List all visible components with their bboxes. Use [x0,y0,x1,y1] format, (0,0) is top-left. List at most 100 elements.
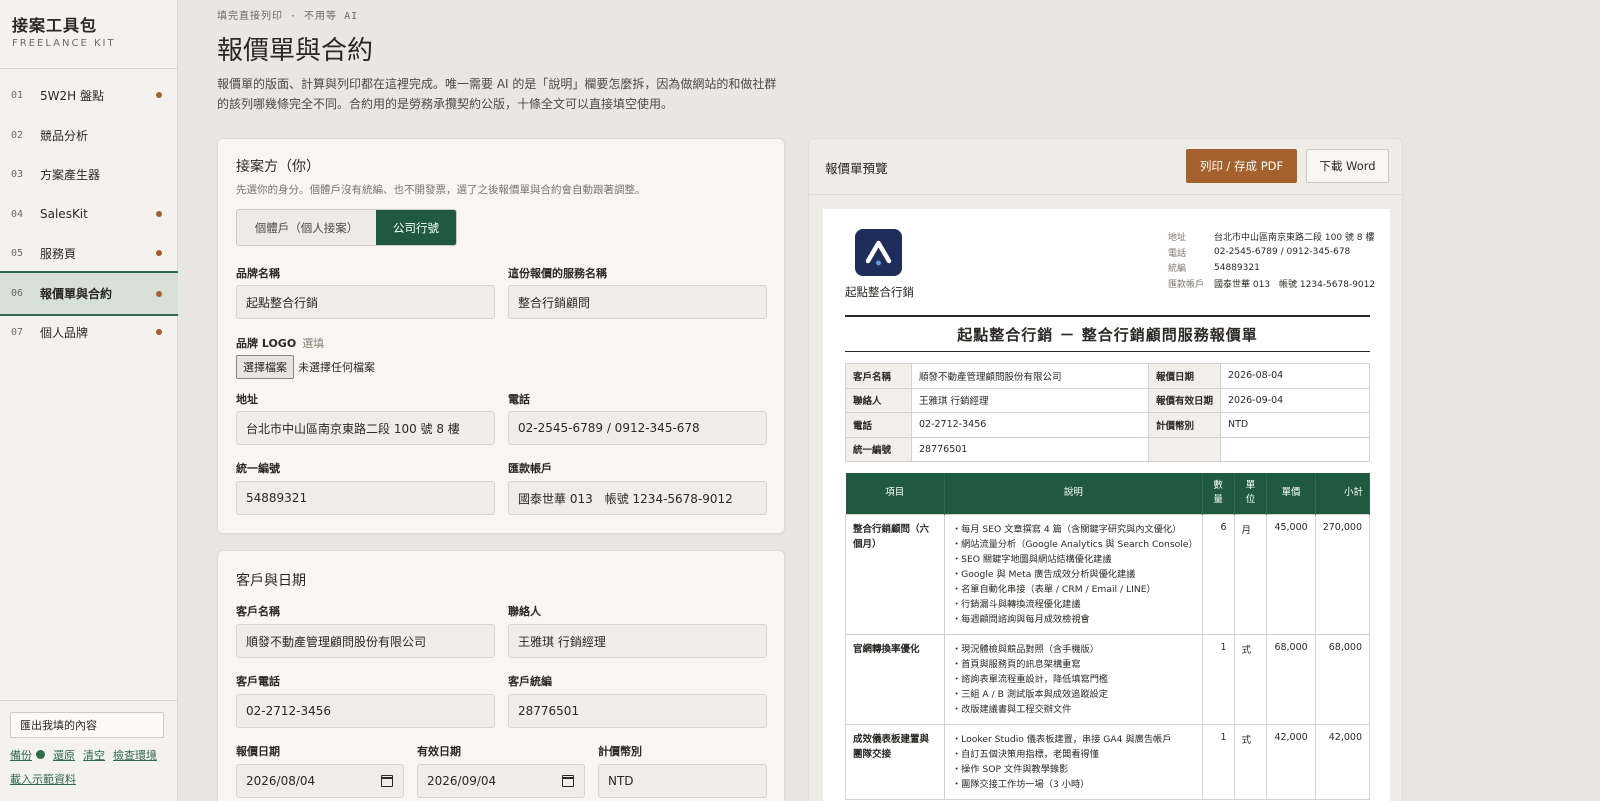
column-header: 項目 [845,473,945,514]
quote-date-input[interactable]: 2026/08/04 [236,764,404,798]
clear-link[interactable]: 清空 [83,747,105,763]
info-value: 國泰世華 013 帳號 1234-5678-9012 [1214,279,1376,290]
info-key: 地址 [1168,233,1187,244]
meta-key-empty [1148,436,1221,462]
address-input[interactable]: 台北市中山區南京東路二段 100 號 8 樓 [236,411,495,445]
export-button[interactable]: 匯出我填的內容 [10,712,164,738]
info-value: 54889321 [1214,262,1260,273]
info-row: 匯款帳戶 國泰世華 013 帳號 1234-5678-9012 [1168,276,1375,292]
sidebar-item-label: 個人品牌 [40,325,89,340]
field-label: 統一編號 [236,462,280,475]
brand-name-input[interactable]: 起點整合行銷 [236,285,495,319]
service-name-input[interactable]: 整合行銷顧問 [508,285,767,319]
item-description: ・Looker Studio 儀表板建置，串接 GA4 與廣告帳戶 ・自訂五個決… [943,723,1203,800]
date-value: 2026/09/04 [427,774,497,788]
page-description: 報價單的版面、計算與列印都在這裡完成。唯一需要 AI 的是「說明」欄要怎麼拆，因… [217,77,777,111]
meta-value: NTD [1220,412,1370,438]
date-value: 2026/08/04 [246,774,316,788]
info-key: 統編 [1168,264,1187,275]
seg-company-button[interactable]: 公司行號 [376,210,456,245]
desc-line: ・三組 A / B 測試版本與成效追蹤設定 [951,688,1108,700]
meta-key: 報價日期 [1148,363,1221,389]
desc-line: ・每週顧問諮詢與每月成效檢視會 [951,613,1090,625]
phone-input[interactable]: 02-2545-6789 / 0912-345-678 [508,411,767,445]
column-header-label: 單位 [1245,480,1256,506]
field-label: 客戶電話 [236,675,280,688]
seg-individual-button[interactable]: 個體戶（個人接案） [237,210,376,245]
meta-key: 統一編號 [845,436,912,462]
backup-link[interactable]: 備份 [10,747,45,763]
desc-line: ・諮詢表單流程重設計，降低填寫門檻 [951,673,1109,685]
sidebar-item-saleskit[interactable]: 04 SalesKit [0,194,178,234]
sidebar-item-personal-brand[interactable]: 07 個人品牌 [0,312,178,352]
sidebar: 接案工具包 FREELANCE KIT 01 5W2H 盤點 02 競品分析 0… [0,0,178,801]
backup-status-icon [36,750,45,759]
identity-toggle: 個體戶（個人接案） 公司行號 [236,209,457,246]
currency-input[interactable]: NTD [598,764,767,798]
client-tax-id-input[interactable]: 28776501 [508,694,767,728]
field-label: 品牌 LOGO 選填 [236,335,324,351]
desc-line: ・現況體檢與競品對照（含手機版） [951,643,1099,655]
info-row: 地址 台北市中山區南京東路二段 100 號 8 樓 [1168,229,1375,245]
choose-file-button[interactable]: 選擇檔案 [236,355,294,379]
sidebar-item-5w2h[interactable]: 01 5W2H 盤點 [0,75,178,115]
status-dot [156,92,162,98]
calendar-icon[interactable] [381,775,393,787]
sidebar-item-plan-generator[interactable]: 03 方案產生器 [0,154,178,194]
restore-link[interactable]: 還原 [53,747,75,763]
sidebar-item-service-page[interactable]: 05 服務頁 [0,233,178,273]
tax-id-input[interactable]: 54889321 [236,481,495,515]
meta-value: 王雅琪 行銷經理 [911,387,1149,413]
column-header-label: 數量 [1213,480,1223,506]
meta-value: 2026-09-04 [1220,387,1370,413]
field-label: 匯款帳戶 [508,462,552,475]
sidebar-item-number: 04 [11,208,24,220]
valid-date-input[interactable]: 2026/09/04 [417,764,585,798]
item-qty: 1 [1201,723,1235,800]
status-dot [156,329,162,335]
item-qty: 1 [1201,633,1235,725]
divider [0,68,178,69]
table-row: 官網轉換率優化 ・現況體檢與競品對照（含手機版） ・首頁與服務頁的訊息架構重寫 … [845,633,1371,725]
desc-line: ・每月 SEO 文章撰寫 4 篇（含關鍵字研究與內文優化） [951,523,1182,535]
sidebar-item-label: 報價單與合約 [40,287,113,301]
company-info: 地址 台北市中山區南京東路二段 100 號 8 樓 電話 02-2545-6789 … [1168,229,1375,291]
meta-key: 電話 [845,412,912,438]
preview-title: 報價單預覽 [825,161,888,176]
client-phone-input[interactable]: 02-2712-3456 [236,694,495,728]
meta-key: 聯絡人 [845,387,912,413]
status-dot [156,211,162,217]
check-environment-link[interactable]: 檢查環境 [113,747,157,763]
quote-title: 起點整合行銷 － 整合行銷顧問服務報價單 [957,326,1258,344]
item-price: 68,000 [1266,633,1316,725]
item-subtotal: 68,000 [1314,633,1371,725]
backup-label: 備份 [10,749,32,762]
meta-key: 計價幣別 [1148,412,1221,438]
sidebar-item-quote-contract[interactable]: 06 報價單與合約 [0,271,178,316]
table-row: 成效儀表板建置與團隊交接 ・Looker Studio 儀表板建置，串接 GA4… [845,723,1371,800]
load-demo-link[interactable]: 載入示範資料 [10,771,76,787]
item-unit: 式 [1233,723,1268,800]
quote-sheet: 起點整合行銷 地址 台北市中山區南京東路二段 100 號 8 樓 電話 02-254… [823,209,1390,801]
file-status: 未選擇任何檔案 [298,361,375,374]
sidebar-item-competitor[interactable]: 02 競品分析 [0,115,178,155]
bank-account-input[interactable]: 國泰世華 013 帳號 1234-5678-9012 [508,481,767,515]
column-header: 說明 [944,473,1203,514]
field-label: 電話 [508,393,530,406]
calendar-icon[interactable] [562,775,574,787]
download-word-button[interactable]: 下載 Word [1306,149,1389,183]
sidebar-item-number: 06 [11,288,24,299]
item-name: 整合行銷顧問（六個月） [845,513,945,635]
info-key: 電話 [1168,248,1187,259]
item-price: 42,000 [1266,723,1316,800]
item-description: ・每月 SEO 文章撰寫 4 篇（含關鍵字研究與內文優化） ・網站流量分析（Go… [943,513,1203,635]
contact-input[interactable]: 王雅琪 行銷經理 [508,624,767,658]
meta-value: 02-2712-3456 [911,412,1149,438]
client-name-input[interactable]: 順發不動產管理顧問股份有限公司 [236,624,495,658]
field-label: 客戶統編 [508,675,552,688]
sidebar-item-label: 5W2H 盤點 [40,88,104,103]
meta-value: 順發不動產管理顧問股份有限公司 [911,363,1149,389]
print-pdf-button[interactable]: 列印 / 存成 PDF [1186,149,1297,183]
info-row: 統編 54889321 [1168,260,1375,276]
sidebar-item-number: 03 [11,168,24,180]
